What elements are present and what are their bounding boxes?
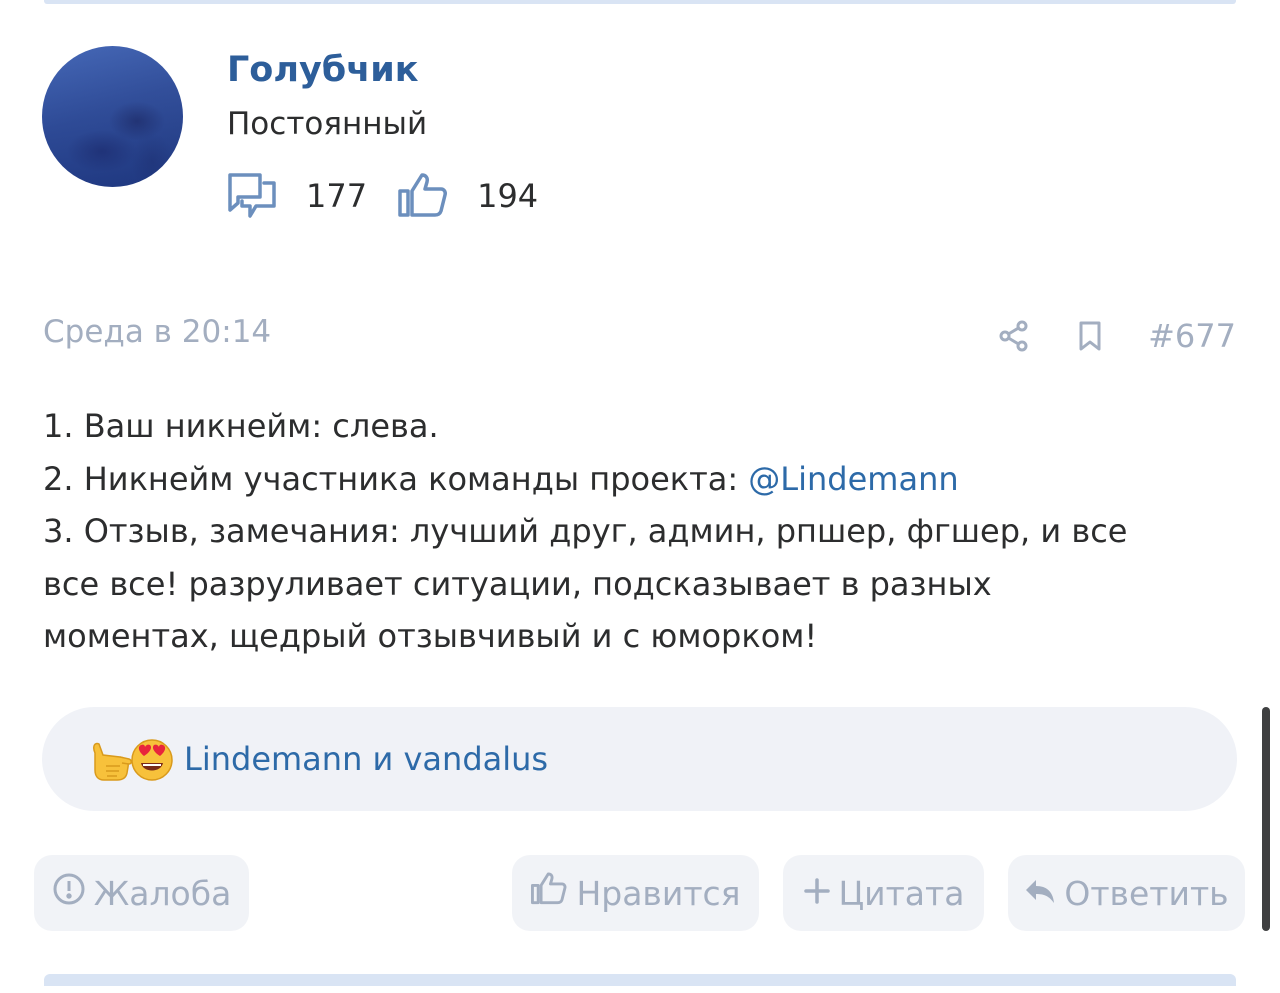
- reaction-emojis: [86, 735, 182, 783]
- mention-link[interactable]: @Lindemann: [748, 460, 958, 498]
- like-label: Нравится: [576, 873, 741, 913]
- next-post-edge: [44, 974, 1236, 986]
- avatar-image: [42, 46, 183, 187]
- post-line: 3. Отзыв, замечания: лучший друг, админ,…: [43, 512, 1128, 550]
- previous-post-edge: [44, 0, 1236, 4]
- thumbs-up-icon: [530, 871, 568, 915]
- post-content: 1. Ваш никнейм: слева. 2. Никнейм участн…: [43, 400, 1243, 663]
- reply-button[interactable]: Ответить: [1008, 855, 1245, 931]
- post-number-link[interactable]: #677: [1148, 317, 1236, 355]
- post-line: все все! разруливает ситуации, подсказыв…: [43, 564, 992, 603]
- username-link[interactable]: Голубчик: [227, 50, 419, 90]
- likes-icon: [397, 170, 449, 222]
- reactions-bar[interactable]: Lindemann и vandalus: [42, 707, 1237, 811]
- user-rank: Постоянный: [227, 106, 428, 142]
- reply-label: Ответить: [1064, 873, 1229, 913]
- heart-eyes-emoji: [128, 735, 176, 783]
- post-line-text: 2. Никнейм участника команды проекта:: [43, 459, 749, 498]
- quote-button[interactable]: Цитата: [783, 855, 984, 931]
- reactions-users-link[interactable]: Lindemann и vandalus: [184, 740, 548, 778]
- scrollbar[interactable]: [1262, 707, 1270, 931]
- post-date[interactable]: Среда в 20:14: [43, 314, 271, 350]
- post-line: 2. Никнейм участника команды проекта: @L…: [43, 453, 1243, 506]
- user-stats: 177 194: [226, 168, 568, 224]
- post-actions: #677: [996, 312, 1236, 360]
- post-line: 1. Ваш никнейм: слева.: [43, 407, 439, 445]
- likes-count: 194: [477, 177, 539, 215]
- report-button[interactable]: Жалоба: [34, 855, 249, 931]
- quote-label: Цитата: [838, 873, 965, 913]
- messages-count: 177: [306, 177, 368, 215]
- report-label: Жалоба: [93, 873, 232, 913]
- plus-icon: [803, 874, 831, 913]
- share-icon[interactable]: [996, 318, 1032, 354]
- messages-icon: [226, 170, 278, 222]
- call-me-hand-emoji: [86, 735, 134, 783]
- post-line: моментах, щедрый отзывчивый и с юморком!: [43, 617, 818, 655]
- avatar[interactable]: [42, 46, 183, 187]
- bookmark-icon[interactable]: [1072, 318, 1108, 354]
- reply-arrow-icon: [1024, 874, 1056, 913]
- like-button[interactable]: Нравится: [512, 855, 759, 931]
- alert-circle-icon: [52, 872, 86, 914]
